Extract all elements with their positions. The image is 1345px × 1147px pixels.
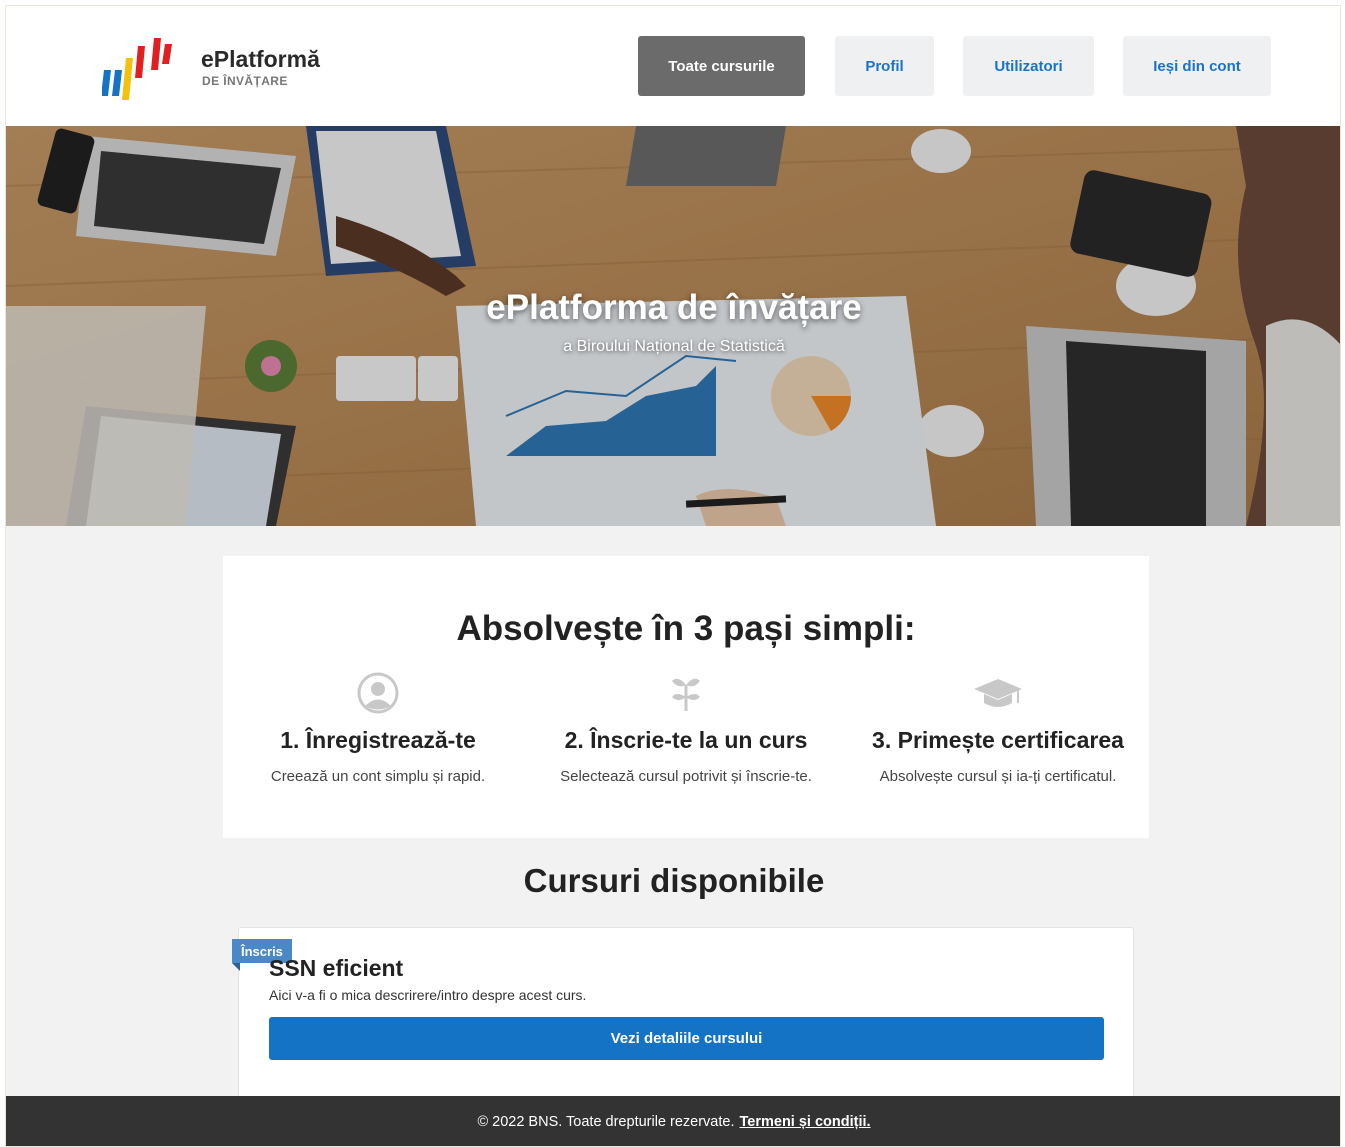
- nav-logout-button[interactable]: Ieși din cont: [1123, 36, 1271, 96]
- step-enroll: 2. Înscrie-te la un curs Selectează curs…: [536, 671, 836, 785]
- step-certificate: 3. Primește certificarea Absolvește curs…: [848, 671, 1148, 785]
- copyright-text: © 2022 BNS. Toate drepturile rezervate.: [477, 1114, 735, 1130]
- logo[interactable]: [102, 30, 182, 104]
- hero-title: ePlatforma de învățare: [486, 288, 862, 327]
- user-icon: [357, 672, 399, 714]
- step-description: Creează un cont simplu și rapid.: [270, 768, 486, 785]
- course-title: SSN eficient: [269, 955, 404, 981]
- course-card: [238, 927, 1134, 1102]
- brand-name: ePlatformă: [201, 46, 320, 72]
- nav-all-courses-button[interactable]: Toate cursurile: [638, 36, 805, 96]
- step-title: 2. Înscrie-te la un curs: [564, 727, 808, 753]
- sprout-icon: [672, 678, 700, 711]
- brand-subtitle: DE ÎNVĂȚARE: [202, 74, 288, 88]
- step-description: Absolvește cursul și ia-ți certificatul.: [879, 768, 1117, 785]
- header: ePlatformă DE ÎNVĂȚARE Toate cursurile P…: [6, 6, 1340, 126]
- step-register: 1. Înregistrează-te Creează un cont simp…: [228, 671, 528, 785]
- steps-title: Absolvește în 3 pași simpli:: [456, 609, 916, 648]
- step-title: 1. Înregistrează-te: [280, 727, 476, 753]
- footer: © 2022 BNS. Toate drepturile rezervate. …: [6, 1096, 1340, 1146]
- step-description: Selectează cursul potrivit și înscrie-te…: [560, 768, 812, 785]
- nav-users-button[interactable]: Utilizatori: [963, 36, 1094, 96]
- graduation-cap-icon: [974, 679, 1022, 707]
- nav-profile-button[interactable]: Profil: [835, 36, 934, 96]
- course-description: Aici v-a fi o mica descrirere/intro desp…: [269, 987, 587, 1003]
- hero-subtitle: a Biroului Național de Statistică: [563, 338, 785, 355]
- courses-title: Cursuri disponibile: [523, 862, 825, 899]
- steps-section: Absolvește în 3 pași simpli: 1. Înregist…: [223, 556, 1149, 838]
- terms-link[interactable]: Termeni și condiții.: [740, 1114, 871, 1130]
- page: ePlatformă DE ÎNVĂȚARE Toate cursurile P…: [5, 5, 1341, 1147]
- view-course-details-button[interactable]: Vezi detaliile cursului: [269, 1017, 1104, 1060]
- step-title: 3. Primește certificarea: [872, 727, 1124, 753]
- hero-banner: ePlatforma de învățare a Biroului Națion…: [6, 126, 1340, 526]
